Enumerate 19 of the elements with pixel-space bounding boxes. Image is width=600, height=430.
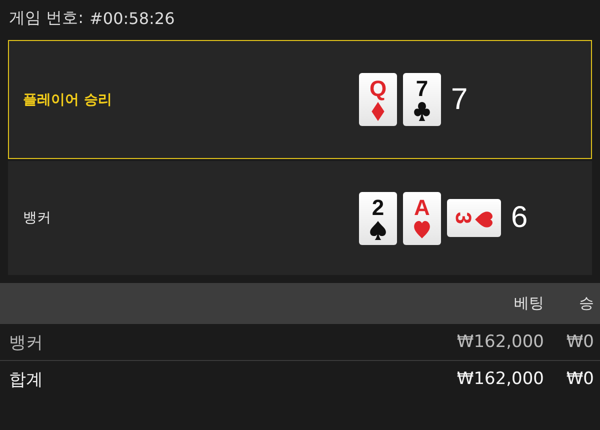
hand-label: 뱅커	[23, 209, 52, 227]
column-header: 승	[578, 294, 595, 313]
table-cell-text: 합계	[8, 368, 44, 390]
table-cell-text: ₩162,000	[456, 332, 544, 352]
game-number: #00:58:26	[89, 8, 175, 28]
table-cell-text: ₩0	[565, 369, 595, 389]
table-cell-text: ₩162,000	[456, 369, 544, 389]
hand-total: 7	[451, 82, 468, 116]
playing-card: 2	[359, 192, 397, 244]
playing-card: A	[403, 192, 441, 244]
playing-card: 7	[403, 73, 441, 126]
playing-card: 3	[447, 199, 501, 237]
column-header: 베팅	[513, 294, 544, 313]
hand-total: 6	[511, 201, 528, 235]
table-cell-text: 뱅커	[8, 332, 44, 354]
playing-card: Q	[359, 73, 397, 126]
table-cell-text: ₩0	[565, 332, 595, 352]
hand-label: 플레이어 승리	[23, 90, 113, 108]
game-number-label: 게임 번호:	[9, 8, 84, 28]
